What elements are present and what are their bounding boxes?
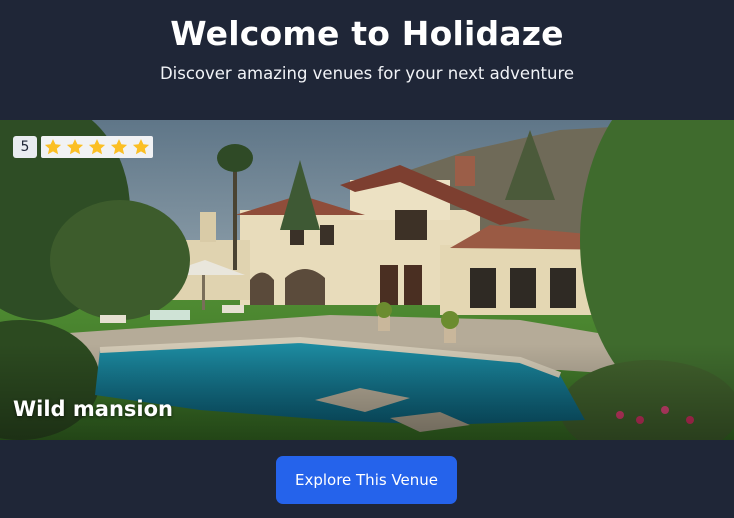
page-subtitle: Discover amazing venues for your next ad… — [159, 64, 575, 83]
venue-photo — [0, 120, 734, 440]
star-icon — [110, 139, 128, 155]
star-icon — [132, 139, 150, 155]
hero-header: Welcome to Holidaze Discover amazing ven… — [0, 0, 734, 120]
star-icon — [88, 139, 106, 155]
page-title: Welcome to Holidaze — [170, 14, 564, 53]
rating-number: 5 — [13, 136, 37, 158]
venue-card: 5 Wild mansion — [0, 120, 734, 440]
venue-rating: 5 — [13, 136, 153, 158]
star-icon — [66, 139, 84, 155]
venue-name: Wild mansion — [13, 397, 173, 421]
rating-stars — [41, 136, 153, 158]
explore-venue-button[interactable]: Explore This Venue — [276, 456, 457, 504]
star-icon — [44, 139, 62, 155]
